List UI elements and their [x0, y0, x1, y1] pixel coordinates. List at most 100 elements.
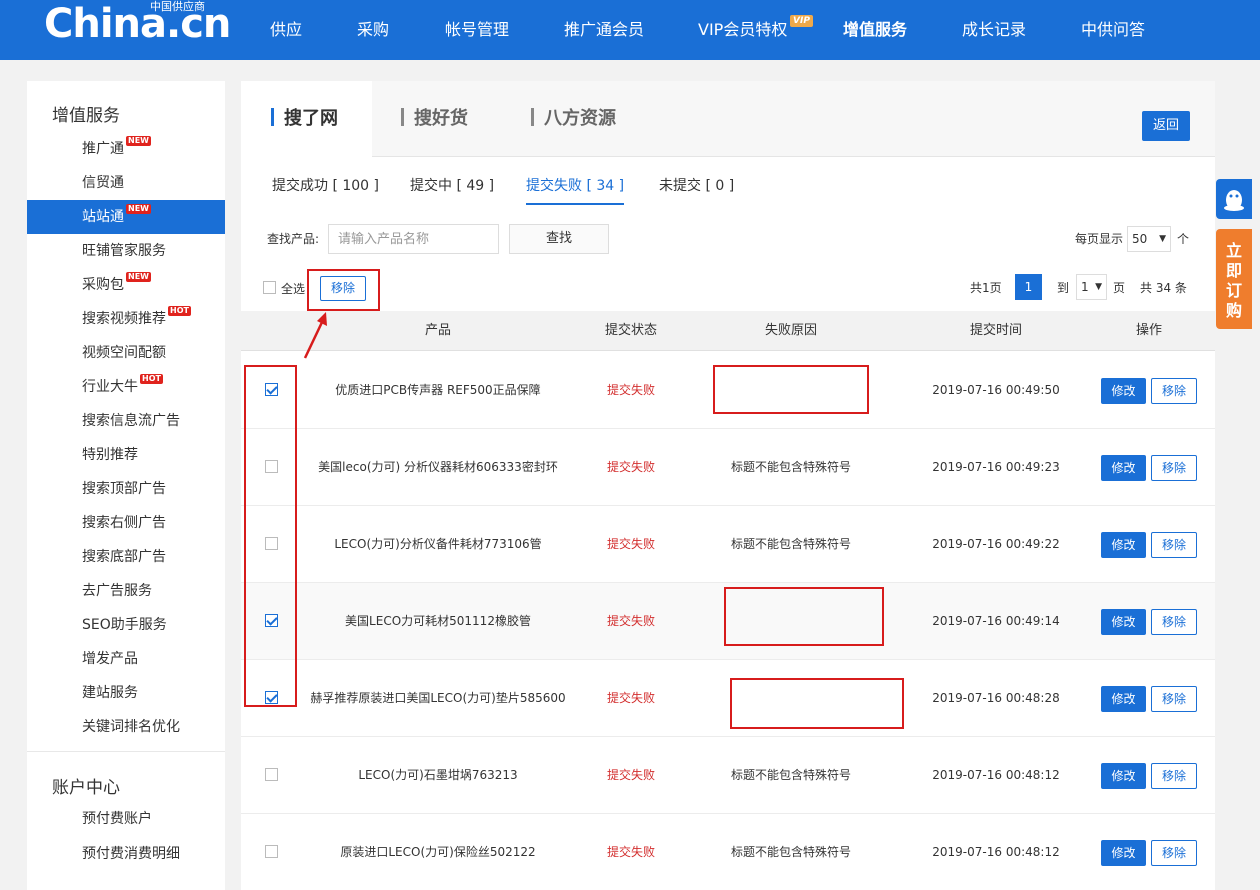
annotation-arrow-icon [303, 312, 327, 359]
table-row: 优质进口PCB传声器 REF500正品保障 提交失败 2019-07-16 00:4… [241, 352, 1215, 429]
sidebar-item-keyword-ranking[interactable]: 关键词排名优化 [27, 710, 225, 744]
sidebar-item-video-recommend[interactable]: 搜索视频推荐HOT [27, 302, 225, 336]
edit-button[interactable]: 修改 [1101, 455, 1146, 481]
tab-souhaohuo[interactable]: 搜好货 [401, 81, 468, 157]
page-unit: 页 [1113, 281, 1126, 295]
china-cn-logo[interactable]: China.cn 中国供应商 [44, 0, 231, 60]
submit-status: 提交失败 [606, 845, 655, 859]
sidebar-item-bottom-ads[interactable]: 搜索底部广告 [27, 540, 225, 574]
sidebar-item-seo-helper[interactable]: SEO助手服务 [27, 608, 225, 642]
tab-submit-success[interactable]: 提交成功 [ 100 ] [272, 175, 379, 205]
nav-vip-privileges[interactable]: VIP会员特权 VIP [698, 0, 813, 60]
header-product: 产品 [424, 323, 451, 338]
order-now-button[interactable]: 立即订购 [1216, 229, 1252, 329]
back-button[interactable]: 返回 [1142, 111, 1190, 141]
row-checkbox[interactable] [265, 691, 278, 704]
tab-submit-failed[interactable]: 提交失败 [ 34 ] [526, 175, 625, 205]
sidebar-item-label: 特别推荐 [82, 447, 138, 463]
remove-button[interactable]: 移除 [1151, 532, 1197, 558]
qq-chat-button[interactable] [1216, 179, 1252, 219]
nav-account-management[interactable]: 帐号管理 [445, 0, 509, 60]
total-pages: 共1页 [970, 281, 1002, 295]
sidebar-item-prepaid-details[interactable]: 预付费消费明细 [27, 837, 225, 871]
sidebar-item-label: 去广告服务 [82, 583, 152, 599]
fail-reason [711, 352, 871, 428]
submit-status: 提交失败 [606, 383, 655, 397]
edit-button[interactable]: 修改 [1101, 840, 1146, 866]
goto-label: 到 [1057, 281, 1070, 295]
per-page-select[interactable]: 50 ▼ [1127, 226, 1171, 252]
nav-purchase[interactable]: 采购 [357, 0, 389, 60]
submit-time: 2019-07-16 00:49:23 [932, 460, 1060, 474]
sidebar-item-label: 增发产品 [82, 651, 138, 667]
remove-button[interactable]: 移除 [1151, 378, 1197, 404]
row-checkbox[interactable] [265, 845, 278, 858]
sidebar-item-wangpu[interactable]: 旺铺管家服务 [27, 234, 225, 268]
product-name[interactable]: 原装进口LECO(力可)保险丝502122 [301, 814, 575, 890]
product-search-input[interactable] [328, 224, 499, 254]
sidebar-item-hangye-daniu[interactable]: 行业大牛HOT [27, 370, 225, 404]
goto-page-value: 1 [1081, 280, 1089, 294]
remove-button[interactable]: 移除 [1151, 455, 1197, 481]
submit-status: 提交失败 [606, 691, 655, 705]
nav-growth-record[interactable]: 成长记录 [962, 0, 1026, 60]
sidebar-item-label: 关键词排名优化 [82, 719, 180, 735]
table-header: 产品 提交状态 失败原因 提交时间 操作 [241, 311, 1215, 351]
edit-button[interactable]: 修改 [1101, 609, 1146, 635]
nav-value-added-services[interactable]: 增值服务 [843, 0, 907, 60]
tab-bafang[interactable]: 八方资源 [531, 81, 616, 157]
row-checkbox[interactable] [265, 460, 278, 473]
sidebar-item-ad-removal[interactable]: 去广告服务 [27, 574, 225, 608]
current-page-button[interactable]: 1 [1015, 274, 1042, 300]
tab-submitting[interactable]: 提交中 [ 49 ] [410, 175, 494, 205]
sidebar-item-tuiguangtong[interactable]: 推广通NEW [27, 132, 225, 166]
sidebar-item-right-ads[interactable]: 搜索右侧广告 [27, 506, 225, 540]
row-checkbox[interactable] [265, 614, 278, 627]
bulk-remove-button[interactable]: 移除 [320, 276, 366, 301]
submit-status: 提交失败 [606, 460, 655, 474]
sidebar-item-prepaid-account[interactable]: 预付费账户 [27, 802, 225, 836]
goto-page-select[interactable]: 1 ▼ [1076, 274, 1107, 300]
product-name[interactable]: 美国LECO力可耗材501112橡胶管 [301, 583, 575, 659]
row-checkbox[interactable] [265, 768, 278, 781]
sidebar-item-label: 搜索视频推荐 [82, 311, 166, 327]
product-name[interactable]: 赫孚推荐原装进口美国LECO(力可)垫片585600 [301, 660, 575, 736]
select-all-checkbox[interactable] [263, 281, 276, 294]
nav-faq[interactable]: 中供问答 [1081, 0, 1145, 60]
remove-button[interactable]: 移除 [1151, 686, 1197, 712]
product-name[interactable]: 优质进口PCB传声器 REF500正品保障 [301, 352, 575, 428]
row-checkbox[interactable] [265, 537, 278, 550]
search-button[interactable]: 查找 [509, 224, 609, 254]
tab-marker [531, 108, 534, 126]
product-name[interactable]: LECO(力可)分析仪备件耗材773106管 [301, 506, 575, 582]
sidebar-item-caigoubao[interactable]: 采购包NEW [27, 268, 225, 302]
sidebar-item-zhanzhantong[interactable]: 站站通NEW [27, 200, 225, 234]
edit-button[interactable]: 修改 [1101, 686, 1146, 712]
sidebar-item-special-recommend[interactable]: 特别推荐 [27, 438, 225, 472]
nav-promotion-member[interactable]: 推广通会员 [564, 0, 644, 60]
product-name[interactable]: 美国leco(力可) 分析仪器耗材606333密封环 [301, 429, 575, 505]
row-checkbox[interactable] [265, 383, 278, 396]
sidebar-item-extra-products[interactable]: 增发产品 [27, 642, 225, 676]
per-page-value: 50 [1132, 232, 1148, 246]
chevron-down-icon: ▼ [1159, 234, 1166, 244]
product-name[interactable]: LECO(力可)石墨坩埚763213 [301, 737, 575, 813]
sidebar-item-video-space[interactable]: 视频空间配额 [27, 336, 225, 370]
tab-soule[interactable]: 搜了网 [241, 81, 372, 158]
logo-subtitle: 中国供应商 [150, 0, 205, 13]
sidebar-item-feed-ads[interactable]: 搜索信息流广告 [27, 404, 225, 438]
top-header: China.cn 中国供应商 供应 采购 帐号管理 推广通会员 VIP会员特权 … [0, 0, 1260, 60]
edit-button[interactable]: 修改 [1101, 763, 1146, 789]
tab-label: 搜了网 [284, 108, 338, 129]
remove-button[interactable]: 移除 [1151, 609, 1197, 635]
edit-button[interactable]: 修改 [1101, 532, 1146, 558]
nav-supply[interactable]: 供应 [270, 0, 302, 60]
tab-not-submitted[interactable]: 未提交 [ 0 ] [659, 175, 734, 205]
remove-button[interactable]: 移除 [1151, 840, 1197, 866]
sidebar-item-site-building[interactable]: 建站服务 [27, 676, 225, 710]
edit-button[interactable]: 修改 [1101, 378, 1146, 404]
sidebar-item-xinmaotong[interactable]: 信贸通 [27, 166, 225, 200]
sidebar-item-top-ads[interactable]: 搜索顶部广告 [27, 472, 225, 506]
submit-status: 提交失败 [606, 537, 655, 551]
remove-button[interactable]: 移除 [1151, 763, 1197, 789]
